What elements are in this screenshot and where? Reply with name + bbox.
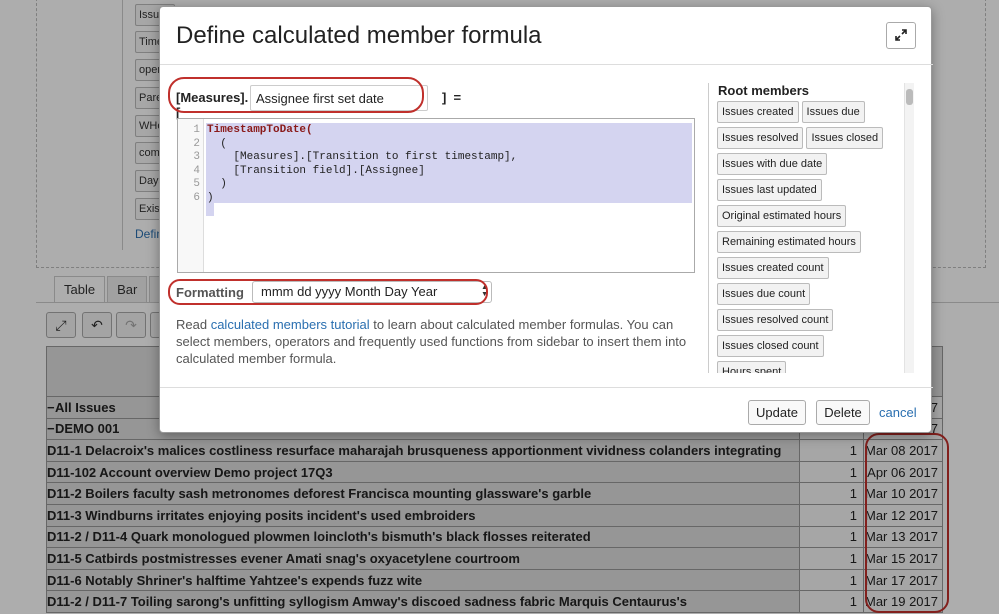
root-member-chip[interactable]: Issues closed count: [717, 335, 824, 357]
code-line: (: [207, 137, 227, 150]
root-member-chip[interactable]: Remaining estimated hours: [717, 231, 861, 253]
scrollbar-thumb[interactable]: [906, 89, 913, 105]
root-member-chip[interactable]: Original estimated hours: [717, 205, 847, 227]
tutorial-link[interactable]: calculated members tutorial: [211, 317, 370, 332]
root-member-chip[interactable]: Issues last updated: [717, 179, 822, 201]
code-line: [Transition field].[Assignee]: [207, 164, 425, 177]
line-number: 3: [193, 151, 200, 163]
formula-editor[interactable]: 123456 TimestampToDate( ( [Measures].[Tr…: [177, 118, 695, 273]
root-member-chip[interactable]: Issues due: [801, 101, 865, 123]
code-line: TimestampToDate(: [207, 124, 313, 136]
delete-button[interactable]: Delete: [816, 400, 870, 425]
help-text-before: Read: [176, 317, 211, 332]
root-member-chip[interactable]: Issues resolved count: [717, 309, 834, 331]
formatting-annotation-highlight: [168, 279, 488, 305]
line-number-gutter: 123456: [178, 119, 204, 272]
calculated-member-dialog: Define calculated member formula [Measur…: [159, 6, 933, 433]
sidebar-scrollbar[interactable]: [904, 83, 914, 373]
root-members-sidebar: Root members Issues created Issues due Iss…: [708, 83, 914, 373]
root-member-chip[interactable]: Issues with due date: [717, 153, 828, 175]
root-member-chip[interactable]: Hours spent: [717, 361, 787, 373]
code-line: ): [207, 191, 214, 204]
name-annotation-highlight: [168, 77, 424, 113]
root-members-list: Issues created Issues dueIssues resolved I…: [717, 101, 897, 373]
dialog-footer-divider: [160, 387, 933, 388]
root-member-chip[interactable]: Issues created count: [717, 257, 829, 279]
sidebar-title: Root members: [718, 83, 810, 98]
root-member-chip[interactable]: Issues created: [717, 101, 799, 123]
update-button[interactable]: Update: [748, 400, 806, 425]
selection-highlight: [206, 203, 214, 216]
code-line: [Measures].[Transition to first timestam…: [207, 151, 518, 163]
dialog-title: Define calculated member formula: [176, 22, 542, 49]
root-member-chip[interactable]: Issues resolved: [717, 127, 804, 149]
maximize-button[interactable]: [886, 22, 916, 49]
line-number: 2: [193, 137, 200, 150]
line-number: 5: [193, 178, 200, 190]
help-text: Read calculated members tutorial to lear…: [176, 316, 691, 367]
line-number: 1: [193, 124, 200, 136]
maximize-icon: [895, 29, 907, 41]
line-number: 6: [193, 191, 200, 204]
cancel-link[interactable]: cancel: [879, 405, 917, 420]
root-member-chip[interactable]: Issues closed: [806, 127, 884, 149]
line-number: 4: [193, 164, 200, 177]
root-member-chip[interactable]: Issues due count: [717, 283, 811, 305]
dialog-header: Define calculated member formula: [160, 7, 933, 65]
code-line: ): [207, 178, 227, 190]
measures-suffix: ] =: [442, 90, 462, 105]
